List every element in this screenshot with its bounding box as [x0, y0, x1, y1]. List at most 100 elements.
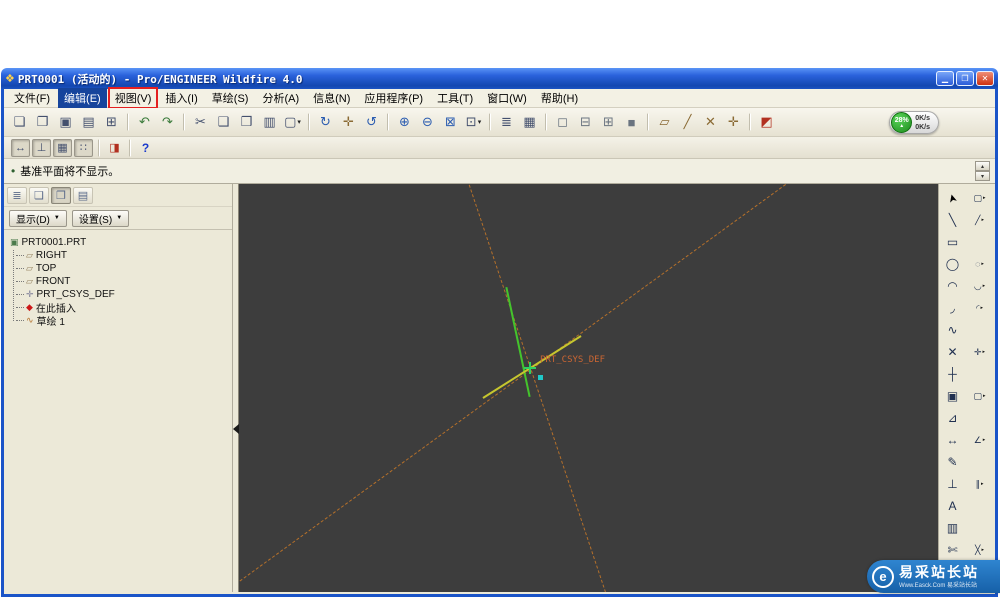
favorites-icon[interactable]: ❐: [51, 186, 71, 204]
sketcher-toolbar-row: ◠ ◡ ▸: [940, 275, 994, 297]
fillet-alt-icon[interactable]: ◜ ▸: [965, 299, 994, 317]
model-tree-tab-icon[interactable]: ≣: [7, 186, 27, 204]
saved-views-icon[interactable]: ⊡: [463, 112, 484, 133]
datum-point-display-icon[interactable]: ✕: [700, 112, 721, 133]
offset-edge-icon[interactable]: ▢ ▸: [965, 387, 994, 405]
connections-icon[interactable]: ▤: [73, 186, 93, 204]
use-edge-tool-icon[interactable]: ▣: [940, 386, 965, 406]
grid-display-toggle-icon[interactable]: ▦: [53, 138, 72, 157]
chevron-down-icon: ▼: [116, 215, 123, 221]
save-file-icon[interactable]: ▣: [55, 112, 76, 133]
tree-item[interactable]: ∿ 草绘 1: [7, 314, 229, 328]
spin-center-icon[interactable]: ✛: [338, 112, 359, 133]
menu-window[interactable]: 窗口(W): [481, 88, 533, 108]
tree-item[interactable]: ▱ TOP: [7, 262, 229, 275]
insert-here-icon: ◆: [26, 302, 33, 312]
paste-icon[interactable]: ❒: [236, 112, 257, 133]
menu-file[interactable]: 文件(F): [8, 88, 56, 108]
arc-tool-icon[interactable]: ◠: [940, 276, 965, 296]
wireframe-icon[interactable]: ◻: [552, 112, 573, 133]
graphics-canvas[interactable]: PRT_CSYS_DEF: [239, 184, 938, 592]
trim-tool-icon[interactable]: ✄: [940, 540, 965, 560]
line-alt-icon[interactable]: ╱ ▸: [965, 211, 994, 229]
csys-marker-icon: [529, 362, 531, 374]
orient-mode-icon[interactable]: ↺: [361, 112, 382, 133]
modify-tool-icon[interactable]: ✎: [940, 452, 965, 472]
rectangle-tool-icon[interactable]: ▭: [940, 232, 965, 252]
new-file-icon[interactable]: ❏: [9, 112, 30, 133]
message-scroll-up-button[interactable]: ▴: [975, 161, 990, 171]
ellipse-tool-icon[interactable]: ◌ ▸: [965, 255, 994, 273]
print-setup-icon[interactable]: ⊞: [101, 112, 122, 133]
view-manager-icon[interactable]: ▦: [519, 112, 540, 133]
sketch-view-icon[interactable]: ◨: [105, 139, 124, 157]
select-alt-icon[interactable]: ▢ ▸: [965, 189, 994, 207]
tree-item[interactable]: ▱ RIGHT: [7, 249, 229, 262]
datum-axis-display-icon[interactable]: ╱: [677, 112, 698, 133]
tree-item[interactable]: ▣ PRT0001.PRT: [7, 236, 229, 249]
select-tool-icon[interactable]: ➤: [940, 188, 965, 208]
offset-tool-icon[interactable]: ⊿: [940, 408, 965, 428]
zoom-in-icon[interactable]: ⊕: [394, 112, 415, 133]
sketch-orient-icon[interactable]: ◩: [756, 112, 777, 133]
datum-plane-display-icon[interactable]: ▱: [654, 112, 675, 133]
sketch-csys-tool-icon[interactable]: ┼: [940, 364, 965, 384]
dimension-tool-icon[interactable]: ↔: [940, 430, 965, 450]
trim-alt-icon[interactable]: ╳ ▸: [965, 541, 994, 559]
repaint-icon[interactable]: ↻: [315, 112, 336, 133]
select-box-icon[interactable]: ▢: [282, 112, 303, 133]
menu-tools[interactable]: 工具(T): [431, 88, 479, 108]
circle-tool-icon[interactable]: ◯: [940, 254, 965, 274]
layers-icon[interactable]: ≣: [496, 112, 517, 133]
menu-view[interactable]: 视图(V): [107, 87, 159, 109]
undo-icon[interactable]: ↶: [134, 112, 155, 133]
spline-tool-icon[interactable]: ∿: [940, 320, 965, 340]
redo-icon[interactable]: ↷: [157, 112, 178, 133]
zoom-out-icon[interactable]: ⊖: [417, 112, 438, 133]
menu-info[interactable]: 信息(N): [307, 88, 356, 108]
settings-dropdown-button[interactable]: 设置(S) ▼: [71, 209, 130, 227]
download-speed-overlay[interactable]: 28% ▲ 0K/s 0K/s: [889, 111, 939, 134]
csys-point-icon[interactable]: ✛ ▸: [965, 343, 994, 361]
menu-analysis[interactable]: 分析(A): [256, 88, 305, 108]
copy-icon[interactable]: ❑: [213, 112, 234, 133]
print-icon[interactable]: ▤: [78, 112, 99, 133]
datum-plane-icon: ▱: [26, 263, 33, 273]
navigator-panel: ≣ ❏ ❐ ▤ 显示(D) ▼ 设置(S) ▼ ▣ PRT0001.PRT ▱ …: [4, 184, 233, 592]
menu-applications[interactable]: 应用程序(P): [358, 88, 429, 108]
menu-help[interactable]: 帮助(H): [535, 88, 584, 108]
constraint-alt-icon[interactable]: ∥ ▸: [965, 475, 994, 493]
no-hidden-icon[interactable]: ⊞: [598, 112, 619, 133]
show-dropdown-button[interactable]: 显示(D) ▼: [9, 209, 67, 227]
restore-button[interactable]: ❐: [956, 71, 974, 86]
vertex-display-toggle-icon[interactable]: ∷: [74, 138, 93, 157]
sketcher-toolbar-row: ✄ ╳ ▸: [940, 539, 994, 561]
shaded-icon[interactable]: ■: [621, 112, 642, 133]
close-button[interactable]: ✕: [976, 71, 994, 86]
dimension-alt-icon[interactable]: ∠ ▸: [965, 431, 994, 449]
menu-insert[interactable]: 插入(I): [159, 88, 203, 108]
line-tool-icon[interactable]: ╲: [940, 210, 965, 230]
open-file-icon[interactable]: ❐: [32, 112, 53, 133]
message-scroll-down-button[interactable]: ▾: [975, 171, 990, 181]
paste-special-icon[interactable]: ▥: [259, 112, 280, 133]
conic-tool-icon[interactable]: ◡ ▸: [965, 277, 994, 295]
cut-icon[interactable]: ✂: [190, 112, 211, 133]
dim-display-toggle-icon[interactable]: ↔: [11, 138, 30, 157]
datum-csys-display-icon[interactable]: ✛: [723, 112, 744, 133]
menu-sketch[interactable]: 草绘(S): [206, 88, 255, 108]
constraint-tool-icon[interactable]: ⊥: [940, 474, 965, 494]
refit-icon[interactable]: ⊠: [440, 112, 461, 133]
palette-tool-icon[interactable]: ▥: [940, 518, 965, 538]
tree-item[interactable]: ▱ FRONT: [7, 275, 229, 288]
hidden-line-icon[interactable]: ⊟: [575, 112, 596, 133]
sketcher-toolbar-row: ∿: [940, 319, 994, 341]
minimize-button[interactable]: ▁: [936, 71, 954, 86]
folder-browser-icon[interactable]: ❏: [29, 186, 49, 204]
constraint-display-toggle-icon[interactable]: ⊥: [32, 138, 51, 157]
text-tool-icon[interactable]: A: [940, 496, 965, 516]
point-tool-icon[interactable]: ✕: [940, 342, 965, 362]
menu-edit[interactable]: 编辑(E): [58, 88, 107, 108]
fillet-tool-icon[interactable]: ◞: [940, 298, 965, 318]
context-help-icon[interactable]: ?: [136, 139, 155, 157]
